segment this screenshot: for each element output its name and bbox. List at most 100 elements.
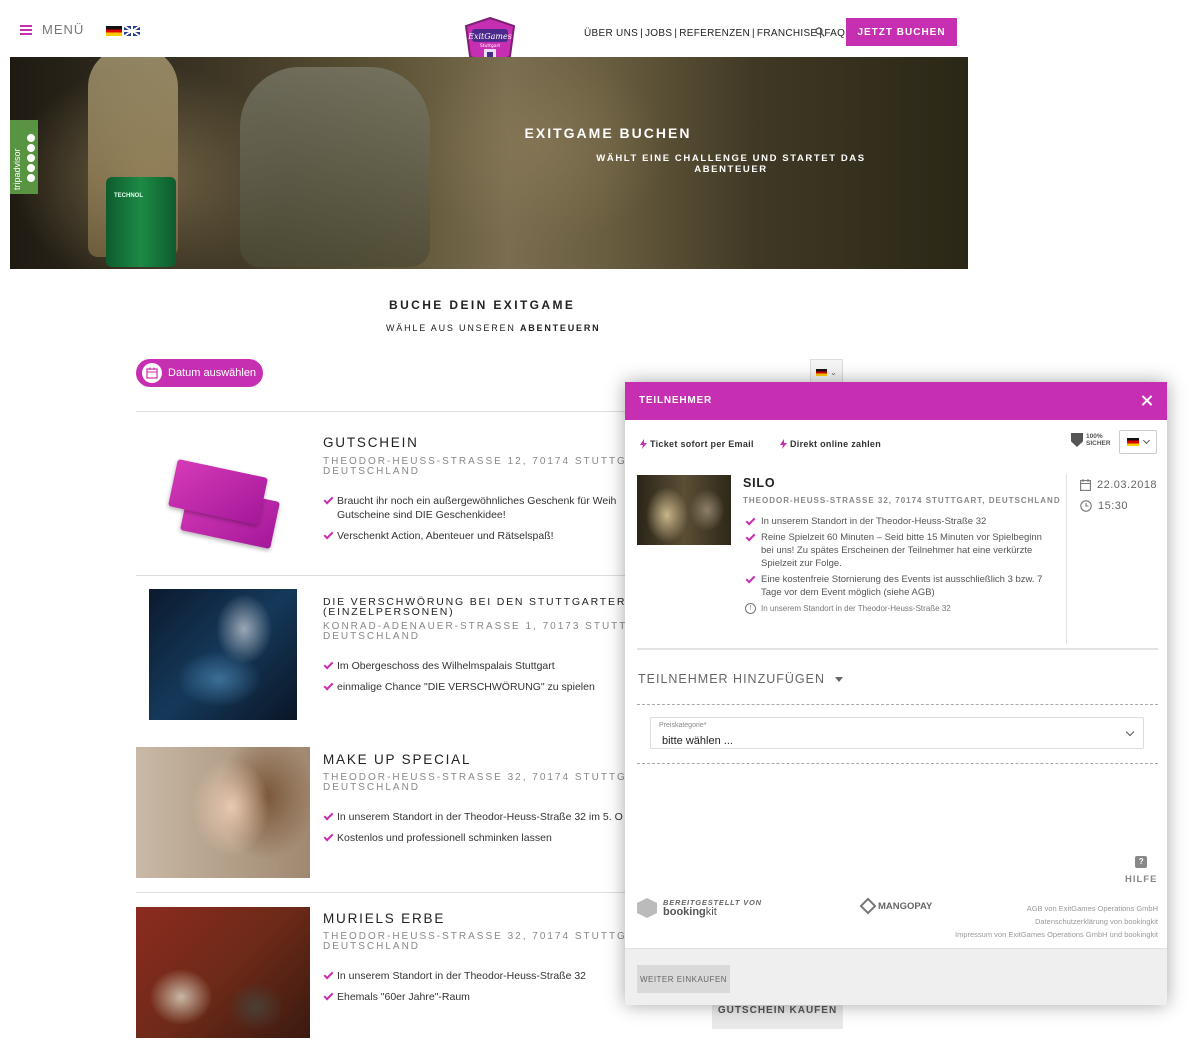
muriels-erbe-image — [136, 907, 310, 1038]
nav-link-jobs[interactable]: JOBS — [645, 28, 672, 39]
check-icon — [323, 530, 333, 540]
feature-item: einmalige Chance "DIE VERSCHWÖRUNG" zu s… — [323, 680, 633, 694]
info-icon: ! — [745, 603, 756, 614]
game-country: DEUTSCHLAND — [323, 941, 421, 952]
help-icon: ? — [1135, 856, 1148, 868]
check-icon — [323, 832, 333, 842]
silo-image — [637, 475, 731, 545]
game-country: DEUTSCHLAND — [323, 782, 421, 793]
menu-label: MENÜ — [42, 22, 85, 37]
event-feature-item: Reine Spielzeit 60 Minuten – Seid bitte … — [745, 531, 1055, 570]
bookingkit-branding[interactable]: BEREITGESTELLT VON bookingkit — [637, 898, 762, 918]
book-now-button[interactable]: JETZT BUCHEN — [846, 18, 957, 46]
tripadvisor-badge[interactable]: tripadvisor — [10, 120, 38, 194]
caret-down-icon — [834, 676, 843, 682]
continue-shopping-button[interactable]: WEITER EINKAUFEN — [637, 965, 730, 993]
tripadvisor-label: tripadvisor — [12, 148, 22, 190]
site-header: MENÜ ExitGames Stuttgart ÜBER UNS | JOBS |… — [0, 0, 1200, 72]
calendar-icon — [1080, 479, 1091, 491]
game-features: Braucht ihr noch ein außergewöhnliches G… — [323, 494, 633, 550]
calendar-icon — [142, 363, 162, 383]
mangopay-logo-icon — [859, 897, 877, 915]
rating-dots-icon — [27, 134, 35, 182]
german-flag-icon — [1127, 438, 1139, 446]
game-features: In unserem Standort in der Theodor-Heuss… — [323, 969, 633, 1011]
event-features: In unserem Standort in der Theodor-Heuss… — [745, 515, 1055, 602]
modal-title: TEILNEHMER — [639, 395, 712, 406]
menu-button[interactable]: MENÜ — [20, 22, 84, 37]
nav-link-faq[interactable]: FAQ — [824, 28, 845, 39]
clock-icon — [1080, 500, 1092, 512]
legal-link-datenschutz[interactable]: Datenschutzerklärung von bookingkit — [955, 915, 1158, 928]
lightning-icon — [780, 439, 787, 449]
secure-badge: 100% SICHER — [1071, 433, 1111, 447]
hero-banner: TECHNOL EXITGAME BUCHEN WÄHLT EINE CHALL… — [10, 57, 968, 269]
event-info: ! In unserem Standort in der Theodor-Heu… — [745, 603, 951, 614]
main-nav: ÜBER UNS | JOBS | REFERENZEN | FRANCHISE | F… — [584, 28, 846, 39]
price-category-label: Preiskategorie* — [659, 722, 707, 729]
price-category-select[interactable]: Preiskategorie* bitte wählen ... — [650, 717, 1144, 749]
chevron-down-icon — [1125, 727, 1135, 737]
participants-modal: TEILNEHMER Ticket sofort per Email Direk… — [625, 382, 1167, 1005]
dashed-divider — [637, 704, 1158, 705]
hero-title: EXITGAME BUCHEN — [524, 125, 692, 141]
feature-item: Braucht ihr noch ein außergewöhnliches G… — [323, 494, 633, 508]
close-icon[interactable] — [1139, 393, 1155, 409]
game-title-line2: (EINZELPERSONEN) — [323, 606, 455, 618]
barrel-label: TECHNOL — [114, 193, 143, 199]
legal-links: AGB von ExitGames Operations GmbH Datens… — [955, 902, 1158, 941]
legal-link-agb[interactable]: AGB von ExitGames Operations GmbH — [955, 902, 1158, 915]
logo-subtext: Stuttgart — [480, 43, 500, 49]
search-icon[interactable] — [815, 27, 825, 37]
nav-link-franchise[interactable]: FRANCHISE — [757, 28, 817, 39]
feature-item: Im Obergeschoss des Wilhelmspalais Stutt… — [323, 659, 633, 673]
check-icon — [323, 660, 333, 670]
select-date-label: Datum auswählen — [168, 367, 257, 379]
event-address: THEODOR-HEUSS-STRASSE 32, 70174 STUTTGAR… — [743, 496, 1061, 505]
modal-language-select[interactable] — [1119, 430, 1157, 454]
shield-icon — [1071, 433, 1083, 447]
game-features: In unserem Standort in der Theodor-Heuss… — [323, 810, 633, 852]
select-date-button[interactable]: Datum auswählen — [136, 359, 263, 387]
hero-subtitle: WÄHLT EINE CHALLENGE UND STARTET DAS ABE… — [596, 153, 866, 175]
event-date: 22.03.2018 — [1080, 479, 1157, 491]
game-title[interactable]: MAKE UP SPECIAL — [323, 752, 471, 767]
hero-person-drinking — [240, 67, 430, 267]
bookingkit-logo-icon — [637, 898, 657, 918]
check-icon — [323, 681, 333, 691]
lightning-icon — [640, 439, 647, 449]
check-icon — [323, 991, 333, 1001]
badge-email: Ticket sofort per Email — [640, 439, 754, 449]
nav-link-ueber-uns[interactable]: ÜBER UNS — [584, 28, 638, 39]
buy-voucher-button[interactable]: GUTSCHEIN KAUFEN — [712, 1003, 843, 1029]
game-country: DEUTSCHLAND — [323, 466, 421, 477]
feature-item: Gutscheine sind DIE Geschenkidee! — [337, 509, 506, 521]
mangopay-branding: MANGOPAY — [859, 897, 932, 915]
feature-item: Ehemals "60er Jahre"-Raum — [323, 990, 633, 1004]
feature-item: In unserem Standort in der Theodor-Heuss… — [323, 810, 633, 824]
verschwoerung-image — [149, 589, 297, 720]
help-button[interactable]: ? HILFE — [1125, 856, 1157, 885]
gutschein-image — [136, 422, 310, 553]
german-flag-icon[interactable] — [106, 26, 122, 36]
event-feature-item: Eine kostenfreie Stornierung des Events … — [745, 573, 1055, 599]
nav-link-referenzen[interactable]: REFERENZEN — [679, 28, 750, 39]
game-title[interactable]: GUTSCHEIN — [323, 435, 419, 450]
event-title: SILO — [743, 476, 776, 490]
hero-barrel — [106, 177, 176, 267]
game-features: Im Obergeschoss des Wilhelmspalais Stutt… — [323, 659, 633, 701]
legal-link-impressum[interactable]: Impressum von ExitGames Operations GmbH … — [955, 928, 1158, 941]
vertical-divider — [1066, 474, 1067, 644]
chevron-down-icon: ⌄ — [830, 367, 837, 377]
check-icon — [745, 574, 755, 584]
add-participants-toggle[interactable]: TEILNEHMER HINZUFÜGEN — [638, 672, 843, 686]
check-icon — [323, 970, 333, 980]
chevron-down-icon — [1142, 436, 1151, 444]
booking-subtitle: WÄHLE AUS UNSEREN ABENTEUERN — [386, 323, 601, 333]
check-icon — [323, 811, 333, 821]
hamburger-icon — [20, 24, 32, 35]
check-icon — [323, 495, 333, 505]
uk-flag-icon[interactable] — [124, 26, 140, 36]
game-title[interactable]: MURIELS ERBE — [323, 911, 445, 926]
badge-pay: Direkt online zahlen — [780, 439, 881, 449]
